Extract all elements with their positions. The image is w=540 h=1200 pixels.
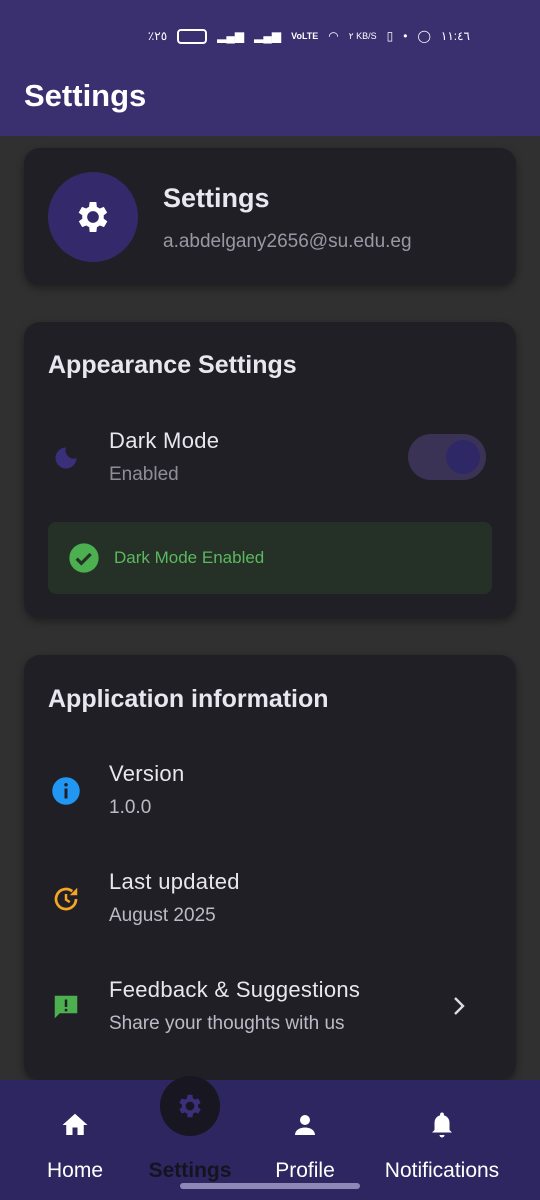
person-icon xyxy=(295,1115,315,1135)
nav-notifications[interactable]: Notifications xyxy=(377,1080,507,1200)
volte-label: VoLTE xyxy=(291,31,319,41)
dark-mode-label: Dark Mode xyxy=(109,428,220,453)
settings-fab[interactable] xyxy=(160,1076,220,1136)
last-updated-label: Last updated xyxy=(109,869,240,894)
gesture-handle[interactable] xyxy=(180,1183,360,1189)
battery-icon xyxy=(177,28,208,44)
home-icon xyxy=(62,1113,88,1135)
signal-icon: ▂▄▆ xyxy=(217,29,245,43)
banner-text: Dark Mode Enabled xyxy=(114,548,265,567)
profile-email: a.abdelgany2656@su.edu.eg xyxy=(163,231,412,252)
appearance-title: Appearance Settings xyxy=(48,351,297,379)
app-info-title: Application information xyxy=(48,685,329,713)
app-bar: Settings xyxy=(0,68,540,136)
update-icon xyxy=(50,883,82,915)
nav-settings-label: Settings xyxy=(148,1159,232,1182)
wifi-icon: ◠ xyxy=(328,29,339,43)
feedback-subtitle: Share your thoughts with us xyxy=(109,1013,345,1034)
version-value: 1.0.0 xyxy=(109,797,152,818)
gear-icon xyxy=(179,1094,201,1118)
check-circle-icon xyxy=(69,543,99,573)
chevron-right-icon xyxy=(454,997,465,1015)
moon-icon xyxy=(50,442,82,474)
signal-icon-2: ▂▄▆ xyxy=(254,29,282,43)
dark-mode-banner: Dark Mode Enabled xyxy=(48,522,492,594)
dark-mode-status: Enabled xyxy=(109,464,179,485)
speed-label: ٢ KB/S xyxy=(348,30,377,41)
profile-title: Settings xyxy=(163,183,270,213)
app-info-card: Application information Version 1.0.0 La… xyxy=(24,655,516,1080)
gear-icon xyxy=(78,202,108,232)
bell-icon xyxy=(432,1112,452,1138)
feedback-label: Feedback & Suggestions xyxy=(109,977,361,1002)
info-icon xyxy=(50,775,82,807)
appearance-card: Appearance Settings Dark Mode Enabled Da… xyxy=(24,322,516,618)
feedback-icon xyxy=(50,991,82,1023)
page-title: Settings xyxy=(24,78,147,113)
nav-profile[interactable]: Profile xyxy=(260,1080,350,1200)
bottom-nav: Home Settings Profile Notifications xyxy=(0,1080,540,1200)
nav-profile-label: Profile xyxy=(275,1159,335,1182)
profile-card: Settings a.abdelgany2656@su.edu.eg xyxy=(24,148,516,285)
avatar xyxy=(48,172,138,262)
status-bar: ٪٢٥ ▂▄▆ ▂▄▆ VoLTE ◠ ٢ KB/S ▯ • ◯ ١١:٤٦ xyxy=(0,0,540,70)
dark-mode-toggle[interactable] xyxy=(408,434,486,480)
clock: ١١:٤٦ xyxy=(440,29,470,43)
nav-home[interactable]: Home xyxy=(30,1080,120,1200)
toggle-knob xyxy=(446,440,480,474)
whatsapp-icon: ◯ xyxy=(417,29,431,43)
nav-home-label: Home xyxy=(46,1159,104,1182)
last-updated-value: August 2025 xyxy=(109,905,216,926)
battery-level: ٪٢٥ xyxy=(147,29,168,43)
nav-notifications-label: Notifications xyxy=(384,1159,500,1182)
dot-icon: • xyxy=(403,29,408,43)
version-label: Version xyxy=(109,761,185,786)
vibrate-icon: ▯ xyxy=(386,29,394,43)
